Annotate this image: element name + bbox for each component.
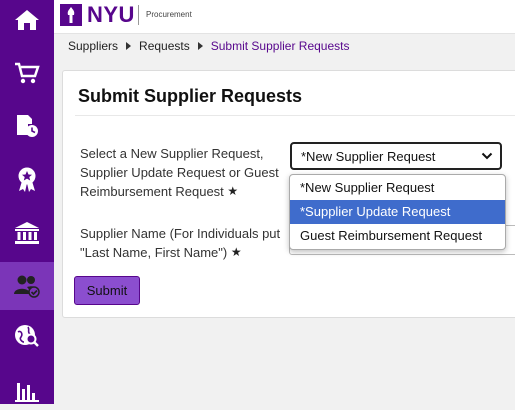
breadcrumb-separator-icon — [126, 42, 132, 50]
sidebar-item-search[interactable] — [0, 316, 54, 356]
top-header: NYU Procurement — [54, 0, 515, 34]
users-check-icon — [14, 275, 40, 298]
sidebar-item-contracts[interactable] — [0, 159, 54, 199]
page-title: Submit Supplier Requests — [78, 86, 303, 106]
option-guest-reimbursement[interactable]: Guest Reimbursement Request — [290, 224, 505, 248]
request-type-selected-value: *New Supplier Request — [301, 148, 436, 164]
request-type-label: Select a New Supplier Request, Supplier … — [80, 144, 280, 201]
sidebar-item-shopping[interactable] — [0, 53, 54, 93]
title-divider — [75, 115, 515, 116]
globe-search-icon — [15, 325, 39, 347]
award-ribbon-icon — [18, 167, 36, 192]
sidebar-item-suppliers[interactable] — [0, 262, 54, 310]
cart-icon — [15, 62, 40, 84]
brand-divider — [138, 5, 139, 25]
supplier-name-label: Supplier Name (For Individuals put "Last… — [80, 224, 286, 262]
sidebar-item-finance[interactable] — [0, 213, 54, 253]
home-icon — [15, 10, 39, 30]
breadcrumb-suppliers[interactable]: Suppliers — [68, 39, 118, 53]
brand-name[interactable]: NYU — [87, 3, 135, 27]
required-star-icon: ★ — [227, 184, 239, 198]
submit-button[interactable]: Submit — [74, 276, 140, 305]
request-type-options: *New Supplier Request *Supplier Update R… — [289, 174, 506, 250]
breadcrumb: Suppliers Requests Submit Supplier Reque… — [68, 39, 349, 53]
sidebar-item-reports[interactable] — [0, 370, 54, 410]
breadcrumb-requests[interactable]: Requests — [139, 39, 190, 53]
bank-icon — [15, 222, 39, 244]
required-star-icon: ★ — [230, 245, 242, 259]
request-type-label-text: Select a New Supplier Request, Supplier … — [80, 146, 279, 199]
document-clock-icon — [17, 115, 38, 137]
option-supplier-update[interactable]: *Supplier Update Request — [290, 200, 505, 224]
nyu-torch-logo — [60, 4, 82, 26]
sidebar-nav — [0, 0, 54, 404]
sidebar-item-home[interactable] — [0, 0, 54, 40]
option-new-supplier[interactable]: *New Supplier Request — [290, 176, 505, 200]
sidebar-item-documents[interactable] — [0, 106, 54, 146]
breadcrumb-separator-icon — [197, 42, 203, 50]
brand-subtitle: Procurement — [146, 10, 192, 19]
bar-chart-icon — [15, 383, 39, 402]
request-type-select[interactable]: *New Supplier Request — [290, 142, 502, 170]
supplier-name-label-text: Supplier Name (For Individuals put "Last… — [80, 226, 281, 260]
breadcrumb-current: Submit Supplier Requests — [210, 39, 350, 53]
chevron-down-icon — [481, 152, 493, 160]
